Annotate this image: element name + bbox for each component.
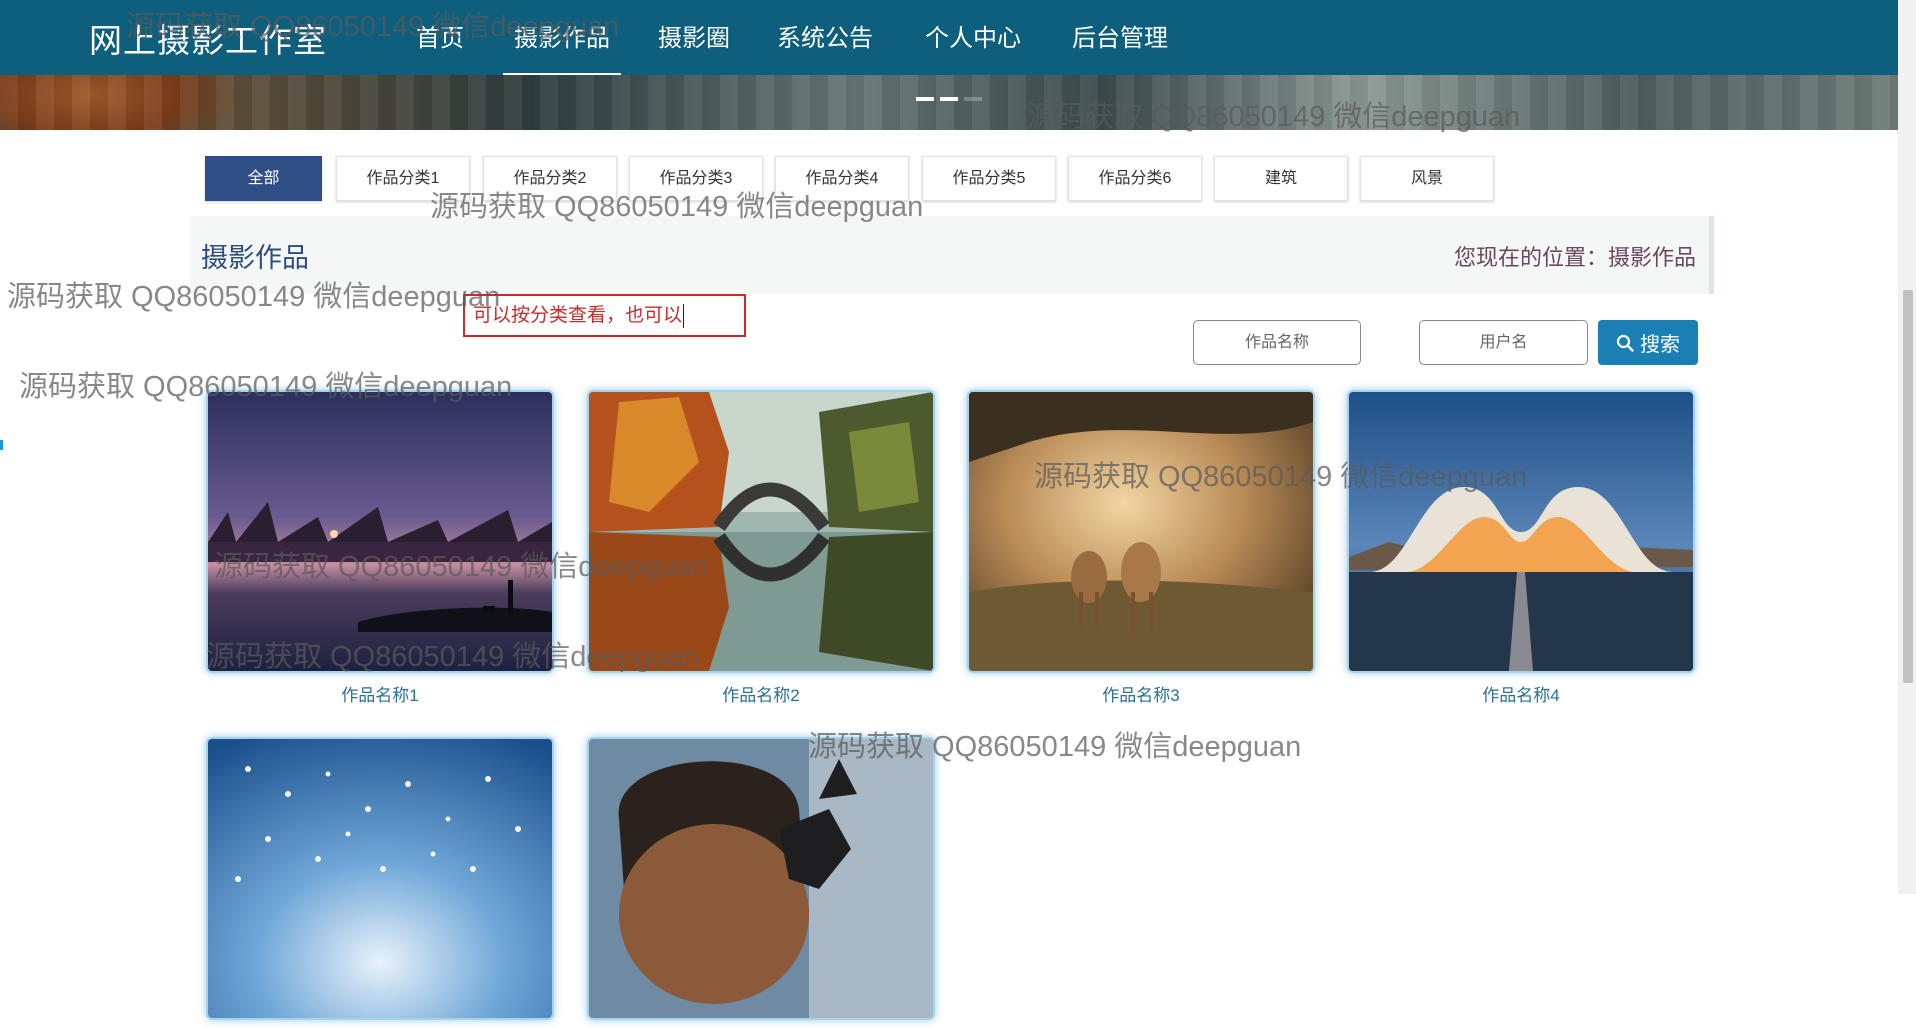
work-title[interactable]: 作品名称1 <box>206 681 554 706</box>
nav-announcements[interactable]: 系统公告 <box>777 18 873 53</box>
work-card: 作品名称3 <box>967 390 1315 706</box>
nav-photo-circle[interactable]: 摄影圈 <box>658 18 730 53</box>
work-name-search-input[interactable] <box>1193 320 1361 365</box>
category-4[interactable]: 作品分类4 <box>775 156 909 201</box>
carousel-dot-1[interactable] <box>916 97 934 101</box>
work-card: 作品名称1 <box>206 390 554 706</box>
category-landscape[interactable]: 风景 <box>1360 156 1494 201</box>
search-button[interactable]: 搜索 <box>1598 320 1698 365</box>
side-indicator <box>0 440 3 450</box>
page-title: 摄影作品 <box>201 243 309 274</box>
work-image[interactable] <box>587 737 935 1020</box>
category-2[interactable]: 作品分类2 <box>483 156 617 201</box>
category-1[interactable]: 作品分类1 <box>336 156 470 201</box>
work-image[interactable] <box>967 390 1315 673</box>
category-all[interactable]: 全部 <box>205 156 322 201</box>
breadcrumb: 您现在的位置：摄影作品 <box>1453 246 1696 271</box>
annotation-textbox[interactable]: 可以按分类查看，也可以 <box>463 294 746 337</box>
work-title[interactable]: 作品名称3 <box>967 681 1315 706</box>
work-card: 作品名称4 <box>1347 390 1695 706</box>
carousel-indicators <box>916 97 982 101</box>
work-title[interactable]: 作品名称4 <box>1347 681 1695 706</box>
work-title[interactable]: 作品名称2 <box>587 681 935 706</box>
work-image[interactable] <box>206 390 554 673</box>
nav-photo-works[interactable]: 摄影作品 <box>503 18 621 76</box>
work-image[interactable] <box>587 390 935 673</box>
category-6[interactable]: 作品分类6 <box>1068 156 1202 201</box>
scrollbar-thumb[interactable] <box>1903 290 1913 683</box>
banner-carousel[interactable] <box>0 75 1898 130</box>
search-icon <box>1616 334 1634 352</box>
search-button-label: 搜索 <box>1640 332 1680 356</box>
carousel-dot-3[interactable] <box>964 97 982 101</box>
nav-admin[interactable]: 后台管理 <box>1072 18 1168 53</box>
category-architecture[interactable]: 建筑 <box>1214 156 1348 201</box>
nav-home[interactable]: 首页 <box>416 18 464 53</box>
work-card <box>587 737 935 1028</box>
username-search-input[interactable] <box>1419 320 1588 365</box>
site-brand[interactable]: 网上摄影工作室 <box>89 14 327 62</box>
work-card: 作品名称2 <box>587 390 935 706</box>
section-header: 摄影作品 您现在的位置：摄影作品 <box>190 216 1714 294</box>
carousel-dot-2[interactable] <box>940 97 958 101</box>
work-image[interactable] <box>1347 390 1695 673</box>
category-3[interactable]: 作品分类3 <box>629 156 763 201</box>
category-5[interactable]: 作品分类5 <box>922 156 1056 201</box>
work-card <box>206 737 554 1028</box>
top-nav: 网上摄影工作室 首页 摄影作品 摄影圈 系统公告 个人中心 后台管理 <box>0 0 1898 76</box>
work-image[interactable] <box>206 737 554 1020</box>
text-cursor <box>683 303 685 328</box>
annotation-text: 可以按分类查看，也可以 <box>473 304 683 326</box>
nav-personal-center[interactable]: 个人中心 <box>925 18 1021 53</box>
